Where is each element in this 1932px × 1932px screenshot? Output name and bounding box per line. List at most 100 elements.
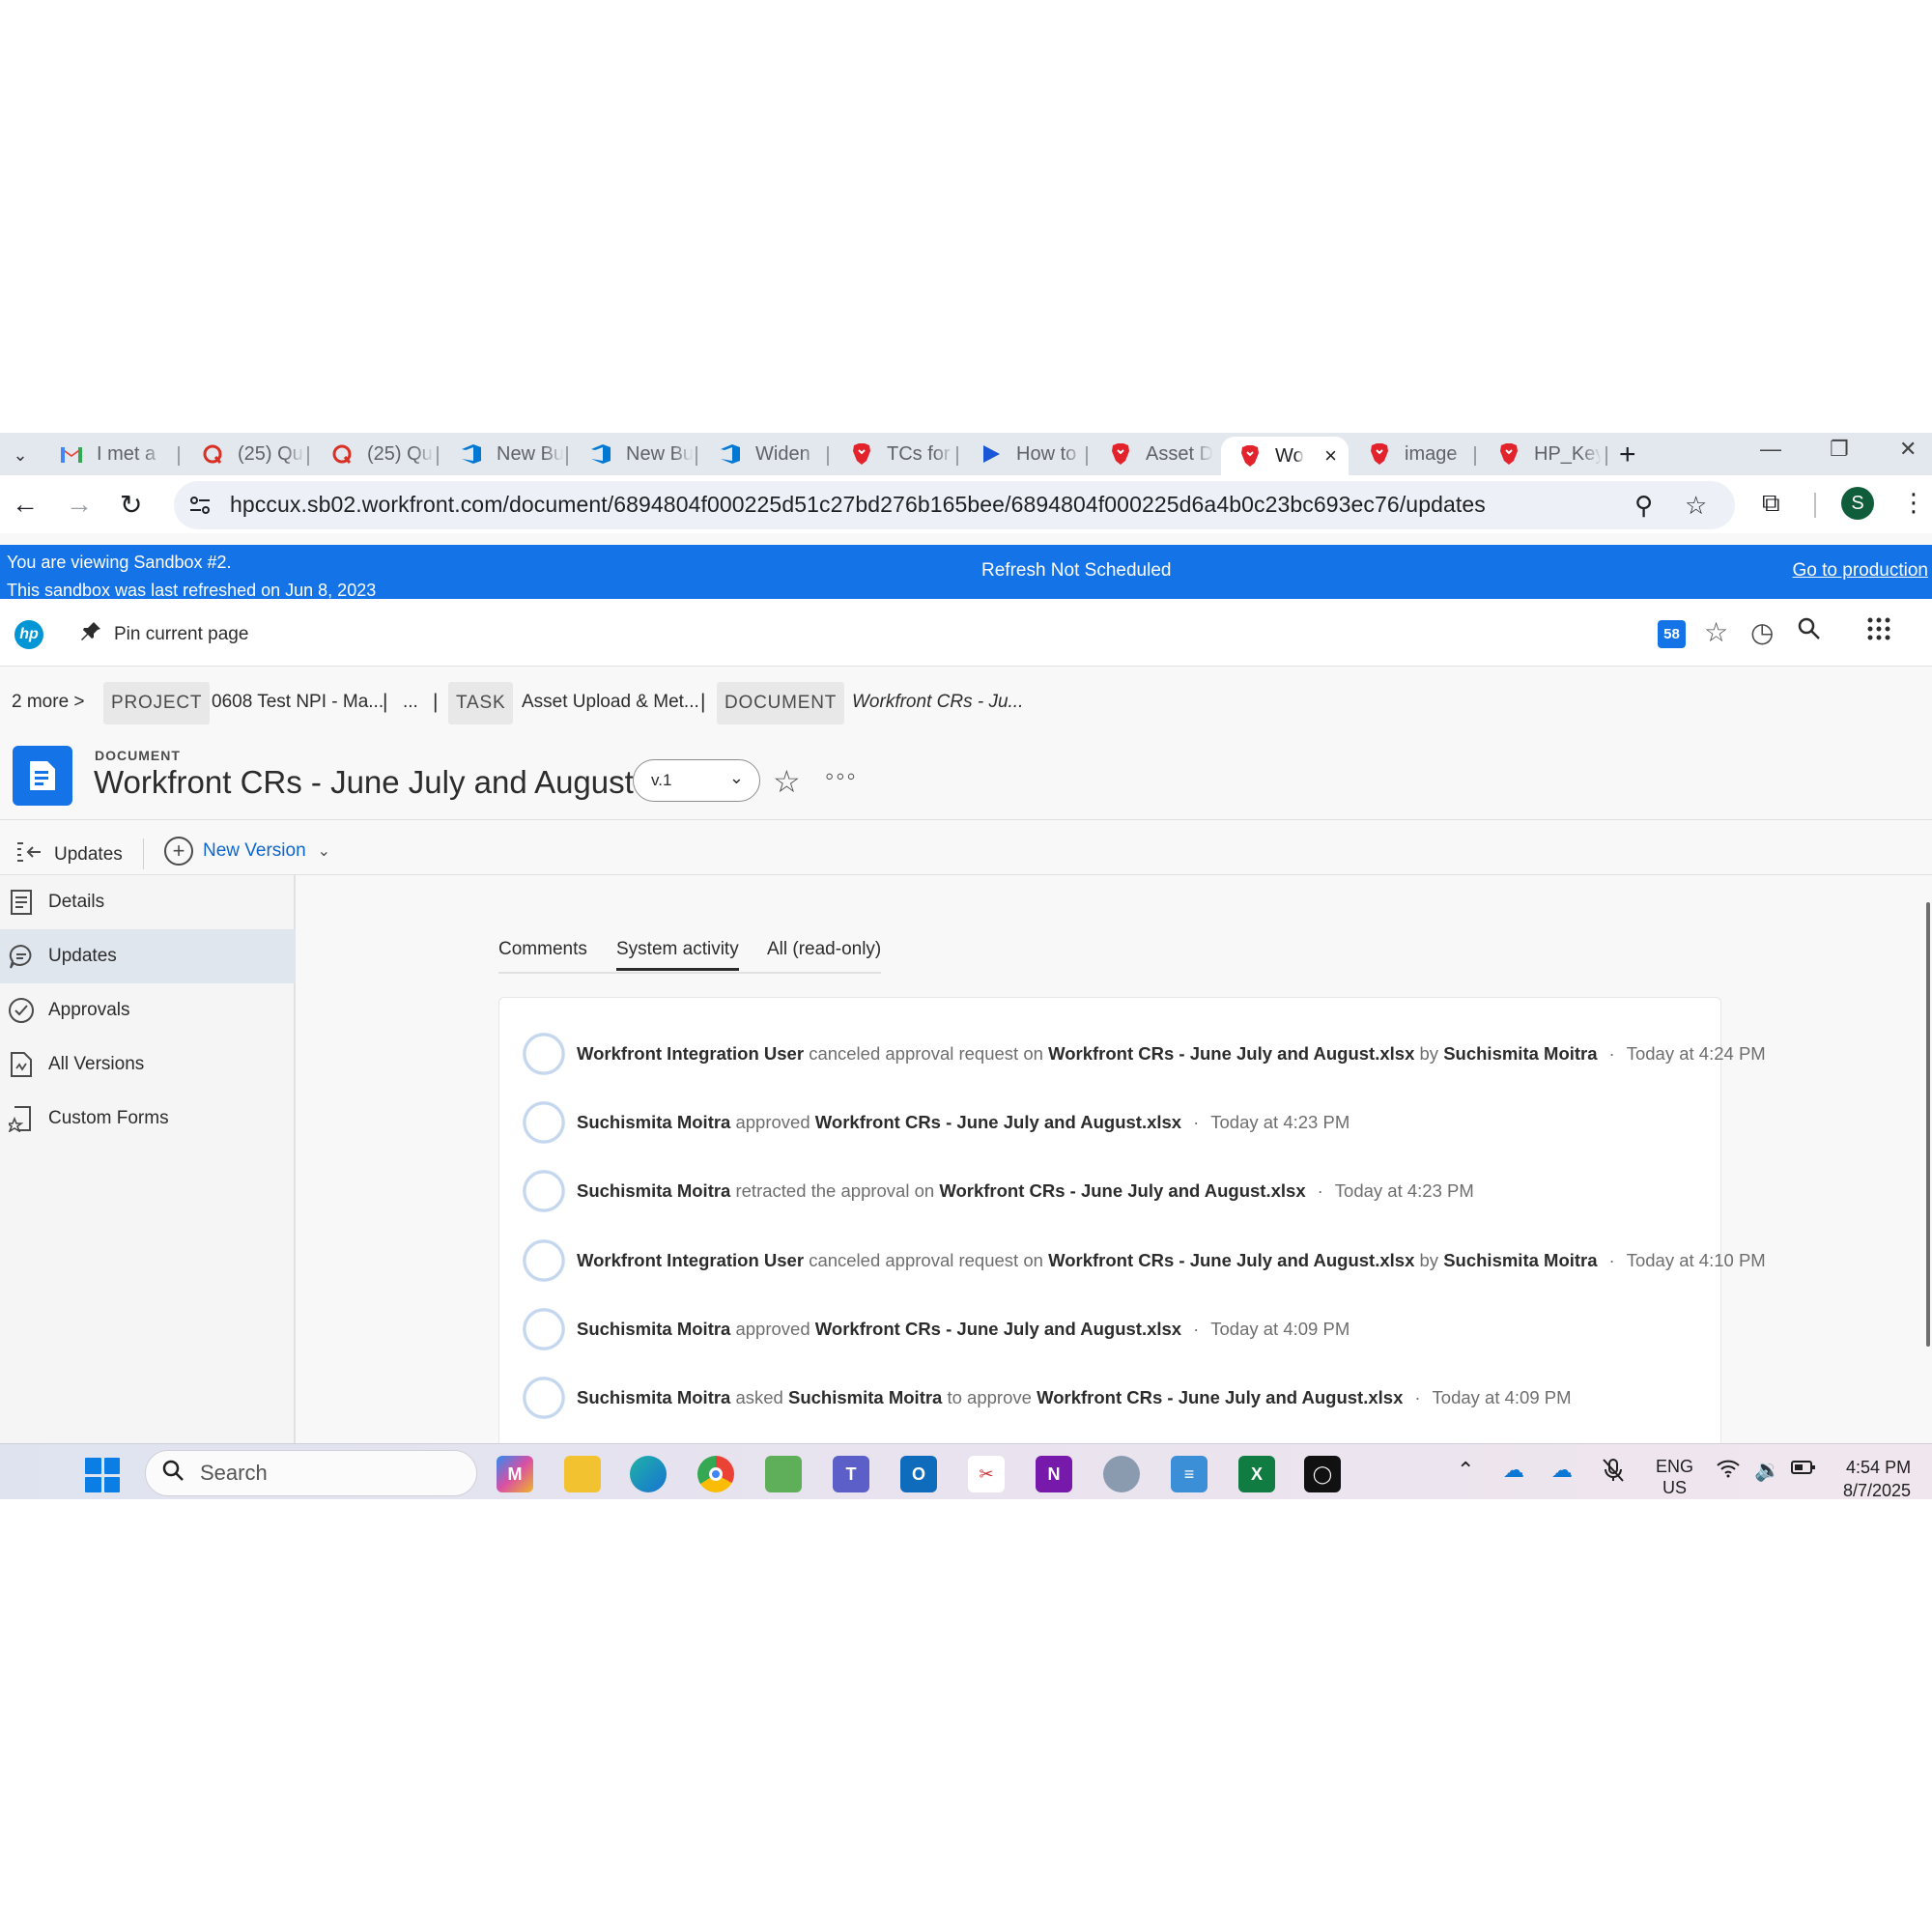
forward-icon[interactable]: → [66,489,93,520]
new-tab-icon[interactable]: + [1619,439,1636,471]
back-icon[interactable]: ← [12,489,39,520]
teams-icon[interactable]: T [833,1456,869,1492]
version-select[interactable]: v.1 ⌄ [633,759,760,802]
restore-icon[interactable]: ❐ [1830,437,1849,462]
breadcrumb-ellipsis[interactable]: ... [403,692,418,713]
more-options-icon[interactable]: ◦◦◦ [825,761,858,791]
gmail-icon [60,442,83,466]
browser-tab[interactable]: I met a [43,437,172,471]
tab-system-activity[interactable]: System activity [616,939,739,971]
m365-icon[interactable]: M [497,1456,533,1492]
browser-tab[interactable]: New Bu [572,437,701,471]
breadcrumb-task[interactable]: Asset Upload & Met... [522,692,699,713]
battery-icon[interactable] [1791,1458,1816,1483]
new-version-button[interactable]: + New Version ⌄ [164,837,330,866]
browser-menu-icon[interactable]: ⋮ [1901,488,1926,518]
bookmark-star-icon[interactable]: ☆ [1685,491,1707,521]
windows-start-icon[interactable] [85,1458,120,1492]
search-icon[interactable] [1797,616,1822,648]
activity-actor[interactable]: Workfront Integration User [577,1250,804,1271]
favorite-star-icon[interactable]: ☆ [773,763,801,800]
go-to-production-link[interactable]: Go to production [1793,560,1928,582]
activity-actor[interactable]: Suchismita Moitra [577,1112,730,1133]
activity-by-user[interactable]: Suchismita Moitra [1443,1043,1597,1065]
edge-icon[interactable] [630,1456,667,1492]
outlook-icon[interactable]: O [900,1456,937,1492]
excel-icon[interactable]: X [1238,1456,1275,1492]
tab-all-read-only[interactable]: All (read-only) [767,939,881,960]
recents-history-icon[interactable]: ◷ [1750,616,1774,648]
sidenav-item-all-versions[interactable]: All Versions [0,1037,296,1092]
browser-tab[interactable]: Asset D [1092,437,1221,471]
app-launcher-grid-icon[interactable] [1866,616,1891,648]
browser-tab[interactable]: Widen [701,437,831,471]
mouse-app-icon[interactable] [1103,1456,1140,1492]
notepad-icon[interactable]: ≡ [1171,1456,1208,1492]
browser-tab[interactable]: TCs for [833,437,962,471]
reload-icon[interactable]: ↻ [120,489,142,521]
browser-tab[interactable]: (25) Qu [184,437,313,471]
activity-object[interactable]: Workfront CRs - June July and August.xls… [815,1112,1181,1133]
browser-tab[interactable]: HP_Key [1480,437,1609,471]
brave-icon [850,442,873,466]
updates-panel-toggle[interactable]: Updates [15,840,123,869]
activity-object[interactable]: Workfront CRs - June July and August.xls… [815,1319,1181,1340]
volume-icon[interactable]: 🔉 [1754,1458,1780,1483]
browser-tab[interactable]: How to [962,437,1092,471]
scrollbar[interactable] [1926,902,1930,1347]
tab-comments[interactable]: Comments [498,939,587,960]
activity-actor[interactable]: Suchismita Moitra [577,1319,730,1340]
mic-muted-icon[interactable] [1602,1458,1625,1489]
favorites-star-icon[interactable]: ☆ [1704,616,1728,648]
window-close-icon[interactable]: ✕ [1899,437,1917,462]
activity-by-user[interactable]: Suchismita Moitra [1443,1250,1597,1271]
taskbar-search[interactable]: Search [145,1450,477,1496]
screenshot-area: ⌄ I met a (25) Qu (25) Qu New Bu New Bu [0,433,1932,1499]
browser-tab[interactable]: New Bu [442,437,572,471]
address-bar[interactable]: hpccux.sb02.workfront.com/document/68948… [174,481,1735,529]
hp-logo[interactable]: hp [14,620,43,649]
activity-actor[interactable]: Workfront Integration User [577,1043,804,1065]
extensions-icon[interactable]: ⧉ [1762,488,1780,519]
browser-tab-active[interactable]: Wo × [1221,437,1349,475]
wifi-icon[interactable] [1716,1458,1741,1485]
tab-search-chevron-icon[interactable]: ⌄ [6,440,35,469]
chrome-icon[interactable] [697,1456,734,1492]
zoom-icon[interactable]: ⚲ [1634,491,1653,521]
show-hidden-icons-chevron-icon[interactable]: ⌃ [1457,1458,1474,1483]
sidenav-item-updates[interactable]: Updates [0,929,296,983]
pin-current-page-button[interactable]: Pin current page [79,620,248,649]
profile-avatar[interactable]: S [1841,487,1874,520]
activity-target-user[interactable]: Suchismita Moitra [788,1387,942,1408]
auth-app-icon[interactable]: ◯ [1304,1456,1341,1492]
file-explorer-icon[interactable] [564,1456,601,1492]
browser-tab[interactable]: image [1350,437,1480,471]
notifications-badge[interactable]: 58 [1658,620,1686,648]
breadcrumb-more[interactable]: 2 more > [12,692,85,713]
photos-icon[interactable] [765,1456,802,1492]
minimize-icon[interactable]: — [1760,437,1781,462]
sidenav-item-approvals[interactable]: Approvals [0,983,296,1037]
close-tab-icon[interactable]: × [1324,443,1337,469]
site-settings-icon[interactable] [187,493,213,518]
sidenav-item-details[interactable]: Details [0,875,296,929]
activity-object[interactable]: Workfront CRs - June July and August.xls… [1037,1387,1403,1408]
sidenav-item-custom-forms[interactable]: Custom Forms [0,1092,296,1146]
activity-object[interactable]: Workfront CRs - June July and August.xls… [1048,1250,1414,1271]
input-language[interactable]: ENG US [1656,1456,1693,1498]
activity-object[interactable]: Workfront CRs - June July and August.xls… [1048,1043,1414,1065]
activity-object[interactable]: Workfront CRs - June July and August.xls… [939,1180,1305,1202]
snipping-tool-icon[interactable]: ✂ [968,1456,1005,1492]
onedrive-icon[interactable]: ☁ [1503,1458,1524,1483]
onenote-icon[interactable]: N [1036,1456,1072,1492]
system-clock[interactable]: 4:54 PM 8/7/2025 [1843,1456,1911,1499]
breadcrumb-project[interactable]: 0608 Test NPI - Ma... [212,692,384,713]
breadcrumb-document-type: DOCUMENT [717,682,845,724]
windows-taskbar: Search M T O ✂ N ≡ X ◯ ⌃ ☁ ☁ ENG US 🔉 4:… [0,1443,1932,1499]
activity-time: Today at 4:23 PM [1334,1180,1474,1201]
breadcrumb: 2 more > PROJECT 0608 Test NPI - Ma... |… [0,682,1932,724]
browser-tab[interactable]: (25) Qu [313,437,442,471]
activity-actor[interactable]: Suchismita Moitra [577,1180,730,1202]
activity-actor[interactable]: Suchismita Moitra [577,1387,730,1408]
onedrive-icon[interactable]: ☁ [1551,1458,1573,1483]
